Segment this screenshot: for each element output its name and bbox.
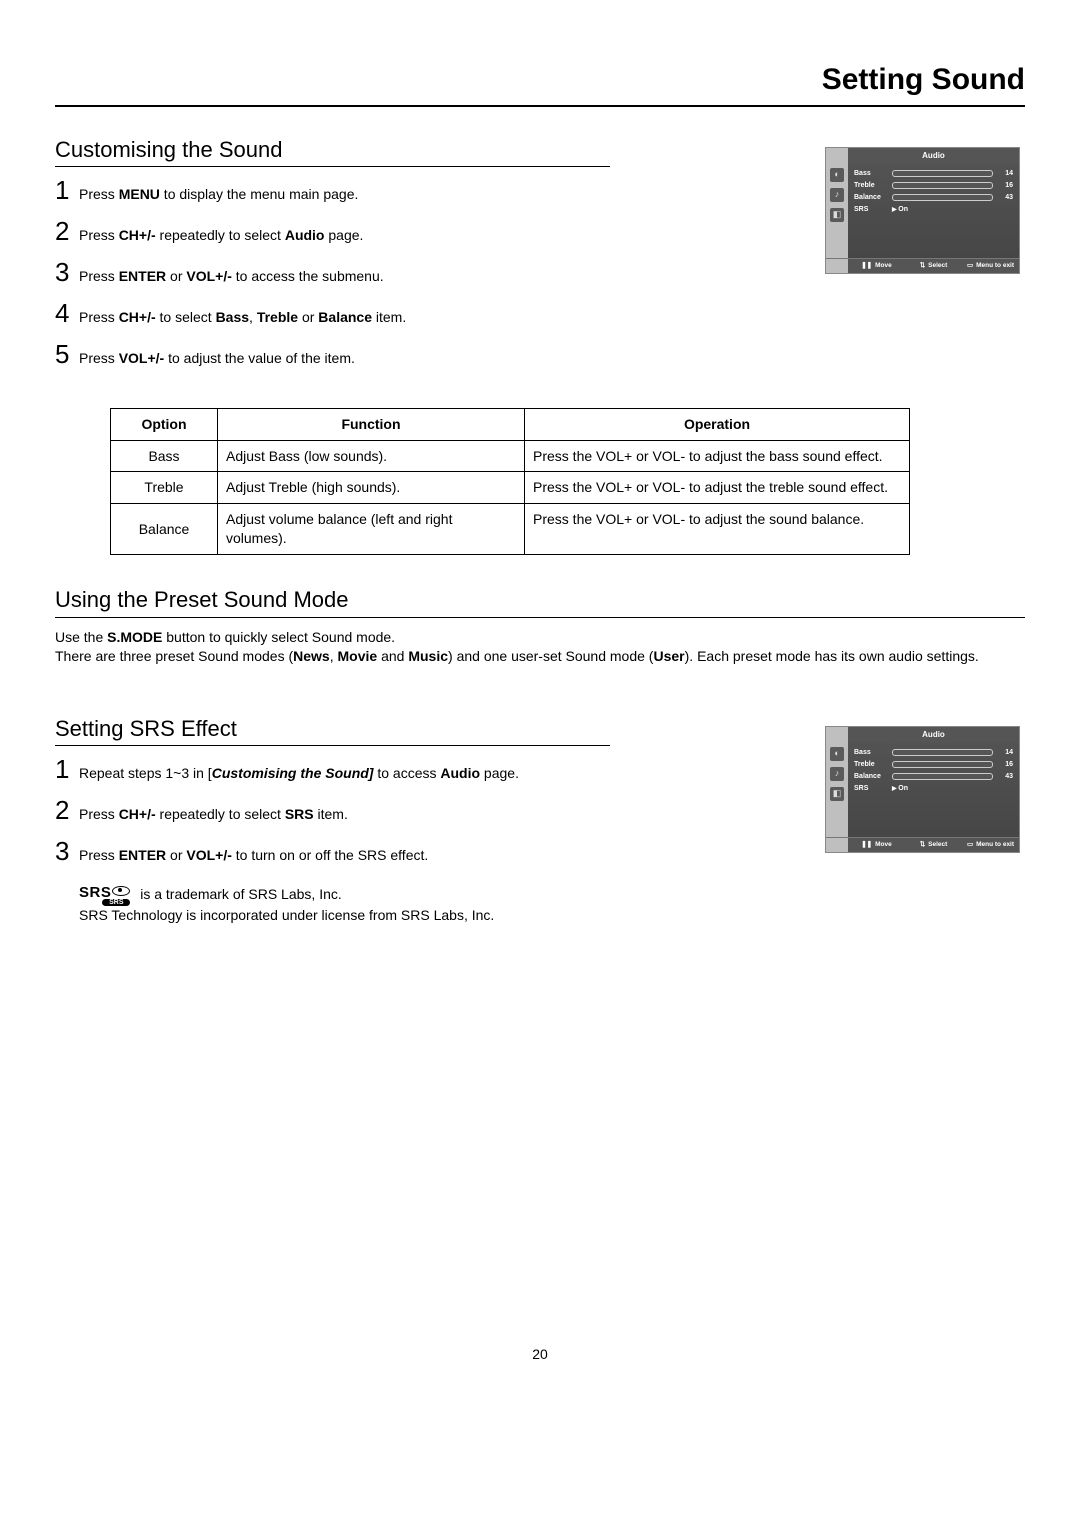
- step-number: 2: [55, 797, 79, 823]
- step-number: 3: [55, 259, 79, 285]
- osd-footer: ❚❚Move ⇅Select ▭Menu to exit: [826, 837, 1019, 853]
- srs-trademark-line2: SRS Technology is incorporated under lic…: [79, 907, 494, 923]
- srs-trademark-line1: is a trademark of SRS Labs, Inc.: [140, 886, 342, 902]
- page-number: 20: [55, 1345, 1025, 1364]
- step-4: 4 Press CH+/- to select Bass, Treble or …: [55, 300, 795, 327]
- th-function: Function: [218, 408, 525, 440]
- step-text: Press ENTER or VOL+/- to access the subm…: [79, 263, 384, 286]
- customising-steps: 1 Press MENU to display the menu main pa…: [55, 177, 795, 367]
- table-row: Balance Adjust volume balance (left and …: [111, 504, 910, 555]
- osd-footer: ❚❚Move ⇅Select ▭Menu to exit: [826, 258, 1019, 274]
- preset-paragraph: Use the S.MODE button to quickly select …: [55, 628, 1025, 666]
- step-number: 2: [55, 218, 79, 244]
- page-title: Setting Sound: [55, 60, 1025, 101]
- step-number: 1: [55, 756, 79, 782]
- step-5: 5 Press VOL+/- to adjust the value of th…: [55, 341, 795, 368]
- step-3: 3 Press ENTER or VOL+/- to turn on or of…: [55, 838, 795, 865]
- step-1: 1 Repeat steps 1~3 in [Customising the S…: [55, 756, 795, 783]
- audio-icon: ♪: [830, 767, 844, 781]
- step-number: 1: [55, 177, 79, 203]
- section-rule: [55, 166, 610, 167]
- srs-logo-icon: SRS SRS: [79, 885, 130, 906]
- osd-row-srs: SRSOn: [854, 783, 1013, 795]
- osd-row-bass: Bass14: [854, 168, 1013, 180]
- osd-title: Audio: [848, 727, 1019, 743]
- th-option: Option: [111, 408, 218, 440]
- step-text: Press CH+/- repeatedly to select Audio p…: [79, 222, 363, 245]
- step-number: 5: [55, 341, 79, 367]
- misc-icon: ◧: [830, 787, 844, 801]
- srs-trademark-block: SRS SRS is a trademark of SRS Labs, Inc.…: [79, 885, 795, 925]
- osd-audio-menu: Audio ◐ ♪ ◧ Bass14 Treble16 Balance43 SR…: [825, 726, 1020, 854]
- step-text: Press CH+/- to select Bass, Treble or Ba…: [79, 304, 406, 327]
- misc-icon: ◧: [830, 208, 844, 222]
- table-row: Bass Adjust Bass (low sounds). Press the…: [111, 440, 910, 472]
- osd-row-treble: Treble16: [854, 759, 1013, 771]
- th-operation: Operation: [525, 408, 910, 440]
- audio-icon: ♪: [830, 188, 844, 202]
- options-table: Option Function Operation Bass Adjust Ba…: [110, 408, 910, 555]
- section-preset-title: Using the Preset Sound Mode: [55, 585, 1025, 615]
- step-2: 2 Press CH+/- repeatedly to select Audio…: [55, 218, 795, 245]
- table-row: Treble Adjust Treble (high sounds). Pres…: [111, 472, 910, 504]
- step-text: Press CH+/- repeatedly to select SRS ite…: [79, 801, 348, 824]
- section-customising-title: Customising the Sound: [55, 135, 795, 165]
- osd-title: Audio: [848, 148, 1019, 164]
- picture-icon: ◐: [830, 168, 844, 182]
- section-rule: [55, 617, 1025, 618]
- step-text: Press VOL+/- to adjust the value of the …: [79, 345, 355, 368]
- step-text: Press ENTER or VOL+/- to turn on or off …: [79, 842, 428, 865]
- osd-row-balance: Balance43: [854, 192, 1013, 204]
- osd-row-balance: Balance43: [854, 771, 1013, 783]
- step-text: Repeat steps 1~3 in [Customising the Sou…: [79, 760, 519, 783]
- picture-icon: ◐: [830, 747, 844, 761]
- step-1: 1 Press MENU to display the menu main pa…: [55, 177, 795, 204]
- osd-row-srs: SRSOn: [854, 204, 1013, 216]
- osd-row-treble: Treble16: [854, 180, 1013, 192]
- osd-row-bass: Bass14: [854, 747, 1013, 759]
- srs-steps: 1 Repeat steps 1~3 in [Customising the S…: [55, 756, 795, 865]
- step-number: 4: [55, 300, 79, 326]
- section-rule: [55, 745, 610, 746]
- step-number: 3: [55, 838, 79, 864]
- osd-audio-menu: Audio ◐ ♪ ◧ Bass14 Treble16 Balance43 SR…: [825, 147, 1020, 275]
- step-text: Press MENU to display the menu main page…: [79, 181, 358, 204]
- section-srs-title: Setting SRS Effect: [55, 714, 795, 744]
- title-rule: [55, 105, 1025, 107]
- step-2: 2 Press CH+/- repeatedly to select SRS i…: [55, 797, 795, 824]
- step-3: 3 Press ENTER or VOL+/- to access the su…: [55, 259, 795, 286]
